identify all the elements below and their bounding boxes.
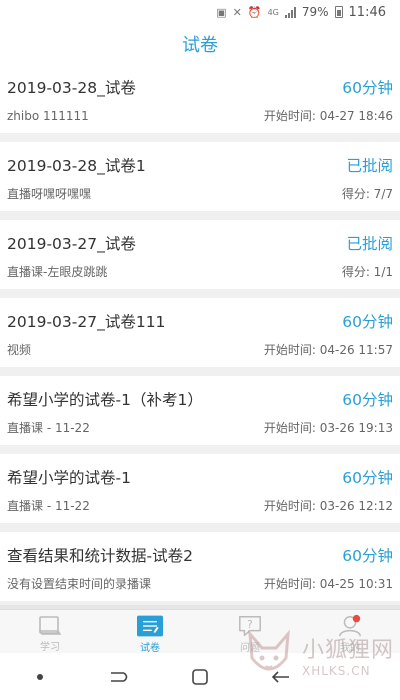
watermark-text: 小狐狸网 [301,638,394,663]
exam-course: 直播课 - 11-22 [7,421,90,435]
exam-course: 直播课 - 11-22 [7,499,90,513]
exam-status: 已批阅 [346,235,393,253]
exam-name: 2019-03-28_试卷1 [7,157,146,175]
battery-icon [334,6,343,18]
exam-status: 60分钟 [342,79,393,97]
exam-status: 60分钟 [342,313,393,331]
recent-apps-icon [111,671,128,682]
exam-course: 视频 [7,343,32,357]
exam-course: 直播课-左眼皮跳跳 [7,265,108,279]
image-notification-icon: ▣ [216,5,227,19]
tab-label: 学习 [40,642,60,653]
watermark: 小狐狸网 XHLKS.CN [242,628,394,682]
exam-info: 开始时间: 04-27 18:46 [263,109,393,123]
exam-status: 已批阅 [346,157,393,175]
exam-info: 开始时间: 04-25 10:31 [263,577,393,591]
exam-info: 开始时间: 04-26 11:57 [263,343,393,357]
exam-item[interactable]: 2019-03-28_试卷 60分钟 zhibo 111111 开始时间: 04… [0,64,400,133]
tab-label: 试卷 [140,643,160,654]
fox-logo-icon [248,629,290,671]
notification-dot [352,614,361,623]
exam-name: 2019-03-27_试卷111 [7,313,166,331]
watermark-url: XHLKS.CN [301,664,371,678]
mute-icon: ✕ [232,5,242,19]
exam-name: 2019-03-27_试卷 [7,235,136,253]
home-button[interactable] [180,662,220,692]
exam-item[interactable]: 2019-03-28_试卷1 已批阅 直播呀嘿呀嘿嘿 得分: 7/7 [0,142,400,211]
exam-item[interactable]: 2019-03-27_试卷 已批阅 直播课-左眼皮跳跳 得分: 1/1 [0,220,400,289]
exam-name: 希望小学的试卷-1（补考1） [7,391,203,409]
dot-icon [37,673,43,680]
signal-icon [284,6,296,18]
exam-course: 没有设置结束时间的录播课 [7,577,152,591]
recent-apps-button[interactable] [100,662,140,692]
exam-info: 得分: 1/1 [341,265,393,279]
exam-info: 开始时间: 03-26 19:13 [263,421,393,435]
exam-list: 2019-03-28_试卷 60分钟 zhibo 111111 开始时间: 04… [0,64,400,610]
status-bar: ▣ ✕ ⏰ 4G 79% 11:46 [0,0,400,24]
page-title: 试卷 [182,35,218,56]
exam-status: 60分钟 [342,469,393,487]
exam-item[interactable]: 查看结果和统计数据-试卷2 60分钟 没有设置结束时间的录播课 开始时间: 04… [0,532,400,601]
tab-study[interactable]: 学习 [0,610,100,653]
alarm-icon: ⏰ [247,5,262,19]
tab-exams[interactable]: 试卷 [100,610,200,654]
exam-name: 查看结果和统计数据-试卷2 [7,547,193,565]
exam-course: 直播呀嘿呀嘿嘿 [7,187,92,201]
exam-item[interactable]: 2019-03-27_试卷111 60分钟 视频 开始时间: 04-26 11:… [0,298,400,367]
exam-item[interactable]: 希望小学的试卷-1（补考1） 60分钟 直播课 - 11-22 开始时间: 03… [0,376,400,445]
app-header: 试卷 [0,24,400,64]
home-icon [192,668,208,685]
exam-status: 60分钟 [342,547,393,565]
exam-info: 开始时间: 03-26 12:12 [263,499,393,513]
battery-percent: 79% [301,5,329,19]
exam-name: 希望小学的试卷-1 [7,469,131,487]
exam-course: zhibo 111111 [7,108,89,123]
exam-info: 得分: 7/7 [341,187,393,201]
network-type: 4G [267,7,279,17]
exam-item[interactable]: 希望小学的试卷-1 60分钟 直播课 - 11-22 开始时间: 03-26 1… [0,454,400,523]
clock: 11:46 [348,4,386,20]
nav-dot-button[interactable] [20,662,60,692]
exam-status: 60分钟 [342,391,393,409]
exam-list-icon [137,614,163,638]
book-icon [37,614,63,637]
exam-name: 2019-03-28_试卷 [7,79,136,97]
